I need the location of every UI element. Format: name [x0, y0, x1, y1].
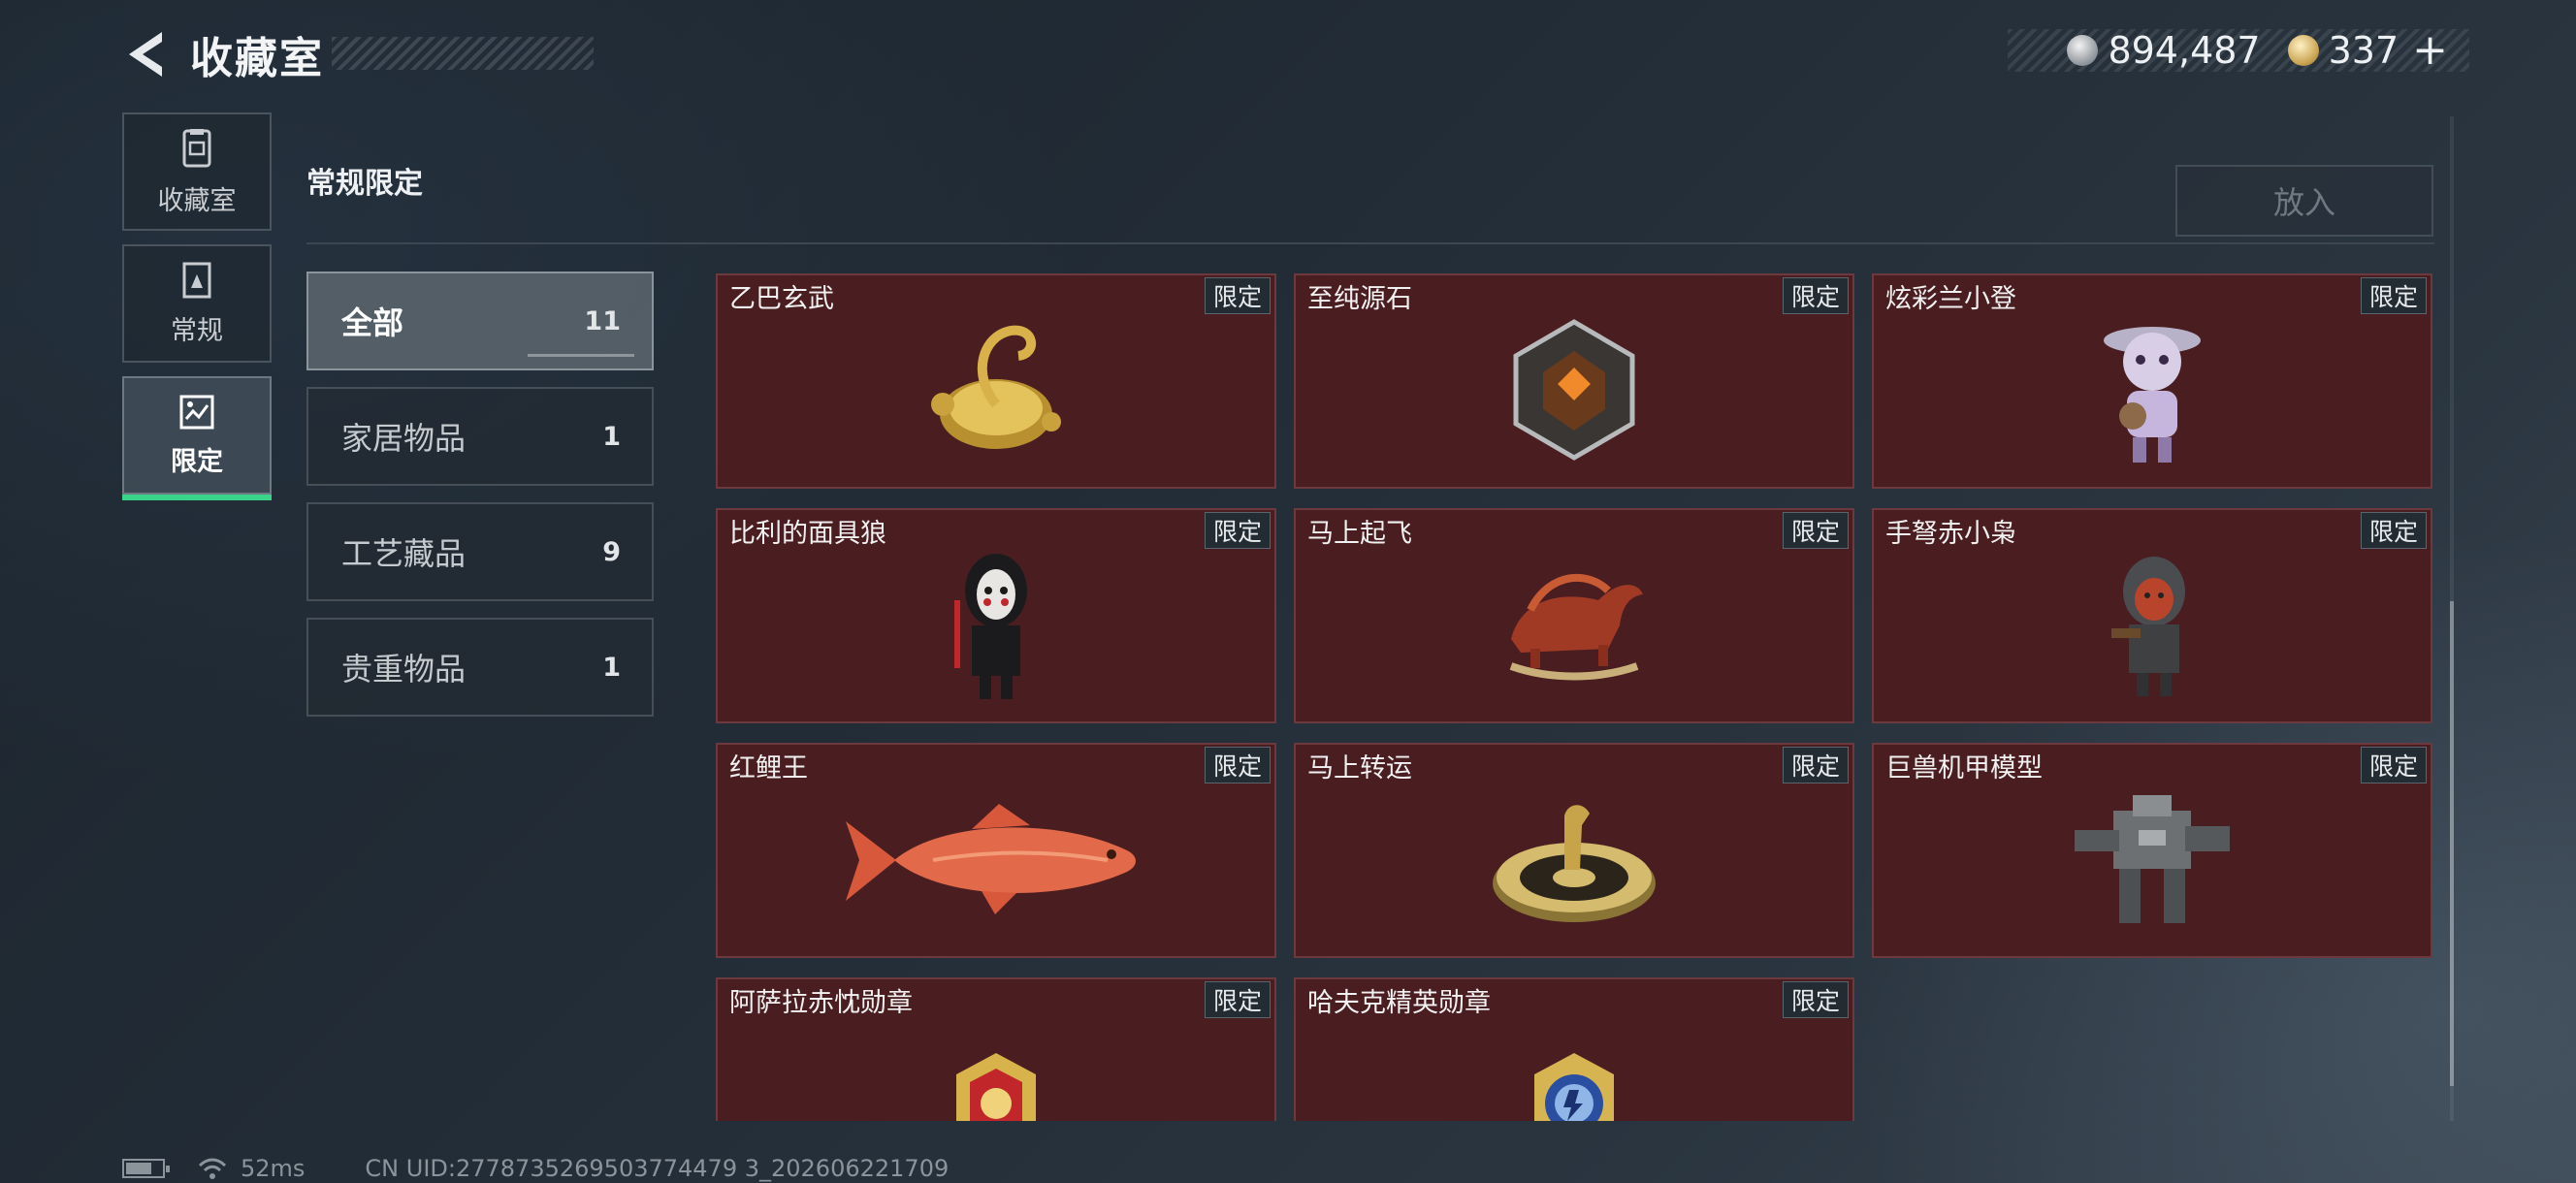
- category-list: 全部 11 家居物品 1 工艺藏品 9 贵重物品 1: [306, 272, 654, 733]
- title-decoration: [332, 37, 594, 70]
- hooded-figure-icon: [2111, 556, 2185, 696]
- gold-value: 337: [2328, 29, 2399, 72]
- battery-icon: [122, 1159, 170, 1178]
- gold-medal-icon: [956, 1053, 1036, 1121]
- category-valuables[interactable]: 贵重物品 1: [306, 618, 654, 717]
- ping-value: 52ms: [241, 1155, 306, 1182]
- item-card[interactable]: 马上起飞 限定: [1294, 508, 1854, 723]
- nav-item-regular[interactable]: 常规: [122, 244, 272, 363]
- silver-value: 894,487: [2108, 29, 2261, 72]
- section-divider: [306, 242, 2434, 244]
- item-card[interactable]: 红鲤王 限定: [716, 743, 1276, 958]
- section-title: 常规限定: [306, 167, 423, 201]
- status-bar: 52ms CN UID:2778735269503774479 3_202606…: [122, 1154, 949, 1183]
- currency-bar: 894,487 337 +: [2008, 29, 2469, 72]
- limited-card-icon: [179, 395, 214, 429]
- limited-badge: 限定: [2360, 277, 2427, 314]
- purple-doll-icon: [2104, 326, 2201, 463]
- item-grid: 乙巴玄武 限定 至纯源石 限定 炫彩兰小登 限定 比利的面具狼 限定 马上起飞 …: [716, 273, 2434, 1121]
- mech-model-icon: [2075, 794, 2230, 923]
- category-all[interactable]: 全部 11: [306, 272, 654, 370]
- item-card[interactable]: 阿萨拉赤忱勋章 限定: [716, 977, 1276, 1121]
- item-card[interactable]: 炫彩兰小登 限定: [1872, 273, 2432, 489]
- item-card[interactable]: 比利的面具狼 限定: [716, 508, 1276, 723]
- item-card[interactable]: 至纯源石 限定: [1294, 273, 1854, 489]
- gold-coin-icon: [2287, 35, 2319, 66]
- blue-medal-icon: [1534, 1053, 1614, 1121]
- scrollbar-thumb[interactable]: [2450, 601, 2454, 1086]
- limited-badge: 限定: [1204, 512, 1271, 549]
- nav-item-limited[interactable]: 限定: [122, 376, 272, 500]
- back-arrow-icon: [129, 32, 162, 77]
- item-card[interactable]: 乙巴玄武 限定: [716, 273, 1276, 489]
- wifi-icon: [198, 1158, 227, 1179]
- user-uid: CN UID:2778735269503774479 3_20260622170…: [365, 1155, 950, 1182]
- page-header: 收藏室: [122, 23, 324, 85]
- golden-turtle-snake-icon: [931, 325, 1061, 449]
- item-card[interactable]: 手弩赤小枭 限定: [1872, 508, 2432, 723]
- masked-puppet-icon: [954, 553, 1027, 699]
- add-currency-button[interactable]: +: [2412, 29, 2448, 72]
- nav-item-collection-room[interactable]: 收藏室: [122, 112, 272, 231]
- limited-badge: 限定: [1204, 981, 1271, 1018]
- limited-badge: 限定: [1204, 277, 1271, 314]
- limited-badge: 限定: [1204, 747, 1271, 783]
- limited-badge: 限定: [1782, 981, 1849, 1018]
- limited-badge: 限定: [1782, 512, 1849, 549]
- side-nav: 收藏室 常规 限定: [122, 112, 272, 508]
- item-card[interactable]: 马上转运 限定: [1294, 743, 1854, 958]
- limited-badge: 限定: [2360, 747, 2427, 783]
- gold-horse-disc-icon: [1493, 804, 1656, 922]
- limited-badge: 限定: [1782, 277, 1849, 314]
- limited-badge: 限定: [2360, 512, 2427, 549]
- collection-room-icon: [182, 128, 211, 167]
- back-button[interactable]: [122, 25, 171, 83]
- limited-badge: 限定: [1782, 747, 1849, 783]
- page-title: 收藏室: [190, 34, 324, 83]
- item-card[interactable]: 巨兽机甲模型 限定: [1872, 743, 2432, 958]
- category-crafts[interactable]: 工艺藏品 9: [306, 502, 654, 601]
- put-in-button[interactable]: 放入: [2175, 165, 2433, 237]
- dark-crystal-icon: [1513, 318, 1635, 461]
- regular-book-icon: [182, 262, 211, 298]
- red-horse-icon: [1509, 573, 1643, 681]
- item-card[interactable]: 哈夫克精英勋章 限定: [1294, 977, 1854, 1121]
- red-carp-icon: [846, 803, 1136, 914]
- category-home-items[interactable]: 家居物品 1: [306, 387, 654, 486]
